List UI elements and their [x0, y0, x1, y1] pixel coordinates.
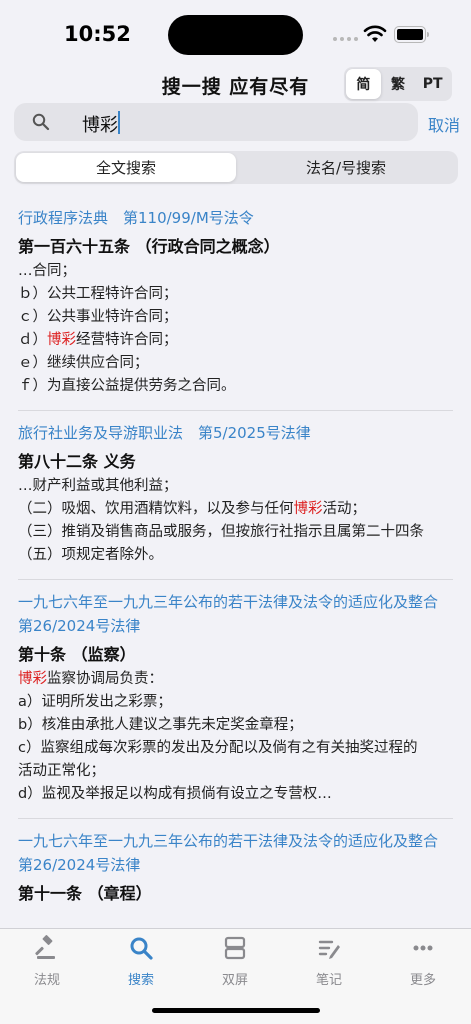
result-law-title[interactable]: 一九七六年至一九九三年公布的若干法律及法令的适应化及整合 第26/2024号法律 — [18, 590, 453, 638]
keyword-highlight: 博彩 — [18, 671, 47, 687]
lang-portuguese-button[interactable]: PT — [415, 69, 450, 99]
snippet-text: （三）推销及销售商品或服务，但按旅行社指示且属第二十四条 — [18, 524, 424, 540]
snippet-text: ｄ） — [18, 332, 47, 348]
tab-split-screen-label: 双屏 — [221, 973, 248, 988]
result-snippet-line: …财产利益或其他利益； — [18, 475, 453, 498]
result-article-heading: 第十条 （监察） — [18, 645, 136, 664]
keyword-highlight: 博彩 — [293, 501, 323, 517]
tab-laws[interactable]: 法规 — [17, 935, 77, 988]
snippet-text: ｅ）继续供应合同； — [18, 355, 149, 371]
snippet-text: ｂ）公共工程特许合同； — [18, 286, 178, 302]
cellular-signal-icon — [333, 37, 358, 41]
search-input[interactable]: 博彩 — [14, 103, 418, 141]
cancel-button[interactable]: 取消 — [428, 112, 460, 136]
gavel-icon — [35, 935, 55, 959]
snippet-text: 活动； — [322, 501, 367, 517]
result-snippet-line: ｆ）为直接公益提供劳务之合同。 — [18, 375, 453, 398]
tab-search-label: 搜索 — [127, 973, 154, 988]
result-snippet-line: a）证明所发出之彩票； — [18, 691, 453, 714]
result-article-heading: 第十一条 （章程） — [18, 884, 152, 903]
snippet-text: （二）吸烟、饮用酒精饮料，以及参与任何 — [18, 501, 294, 517]
language-switcher: 简 繁 PT — [344, 67, 452, 101]
text-cursor — [118, 111, 120, 134]
snippet-text: …财产利益或其他利益； — [18, 478, 178, 494]
result-article-heading: 第八十二条 义务 — [18, 452, 136, 471]
search-query: 博彩 — [82, 115, 118, 136]
search-icon — [130, 937, 153, 960]
result-snippet-line: （二）吸烟、饮用酒精饮料，以及参与任何博彩活动； — [18, 498, 453, 521]
result-snippet-line: 活动正常化； — [18, 760, 453, 783]
battery-icon — [394, 26, 429, 43]
dynamic-island — [168, 15, 303, 55]
tab-notes[interactable]: 笔记 — [299, 935, 359, 988]
tab-split-screen[interactable]: 双屏 — [205, 935, 265, 988]
search-mode-tabs: 全文搜索 法名/号搜索 — [14, 151, 458, 184]
result-snippet-line: （五）项规定者除外。 — [18, 544, 453, 567]
snippet-text: （五）项规定者除外。 — [18, 547, 163, 563]
tab-full-text-search[interactable]: 全文搜索 — [16, 153, 236, 182]
search-icon — [32, 113, 50, 131]
status-time: 10:52 — [64, 22, 131, 46]
snippet-text: c）监察组成每次彩票的发出及分配以及倘有之有关抽奖过程的 — [18, 740, 418, 756]
result-snippet-line: 博彩监察协调局负责： — [18, 668, 453, 691]
snippet-text: d）监视及举报足以构成有损倘有设立之专营权… — [18, 786, 332, 802]
home-indicator[interactable] — [152, 1008, 320, 1013]
tab-more-label: 更多 — [409, 973, 436, 988]
tab-more[interactable]: 更多 — [393, 935, 453, 988]
snippet-text: …合同； — [18, 263, 76, 279]
result-law-title[interactable]: 一九七六年至一九九三年公布的若干法律及法令的适应化及整合 第26/2024号法律 — [18, 829, 453, 877]
wifi-icon — [363, 25, 387, 42]
snippet-text: a）证明所发出之彩票； — [18, 694, 172, 710]
notes-icon — [318, 940, 340, 959]
result-snippet-line: c）监察组成每次彩票的发出及分配以及倘有之有关抽奖过程的 — [18, 737, 453, 760]
more-icon — [413, 945, 433, 951]
snippet-text: ｃ）公共事业特许合同； — [18, 309, 178, 325]
result-law-title[interactable]: 行政程序法典 第110/99/M号法令 — [18, 206, 453, 230]
tab-law-name-search[interactable]: 法名/号搜索 — [236, 153, 456, 182]
snippet-text: 经营特许合同； — [76, 332, 178, 348]
result-snippet-line: ｄ）博彩经营特许合同； — [18, 329, 453, 352]
search-result-item[interactable]: 旅行社业务及导游职业法 第5/2025号法律第八十二条 义务 …财产利益或其他利益… — [18, 410, 453, 579]
status-bar: 10:52 — [0, 0, 471, 70]
result-law-title[interactable]: 旅行社业务及导游职业法 第5/2025号法律 — [18, 421, 453, 445]
search-result-item[interactable]: 行政程序法典 第110/99/M号法令第一百六十五条 （行政合同之概念） …合同；… — [0, 196, 471, 410]
lang-simplified-button[interactable]: 简 — [346, 69, 381, 99]
snippet-text: 活动正常化； — [18, 763, 105, 779]
result-snippet-line: b）核准由承批人建议之事先未定奖金章程； — [18, 714, 453, 737]
snippet-text: b）核准由承批人建议之事先未定奖金章程； — [18, 717, 303, 733]
search-result-item[interactable]: 一九七六年至一九九三年公布的若干法律及法令的适应化及整合 第26/2024号法律… — [18, 579, 453, 818]
snippet-text: ｆ）为直接公益提供劳务之合同。 — [18, 378, 236, 394]
tab-laws-label: 法规 — [33, 973, 60, 988]
search-result-item[interactable]: 一九七六年至一九九三年公布的若干法律及法令的适应化及整合 第26/2024号法律… — [18, 818, 453, 919]
result-article-heading: 第一百六十五条 （行政合同之概念） — [18, 237, 280, 256]
keyword-highlight: 博彩 — [47, 332, 76, 348]
snippet-text: 监察协调局负责： — [47, 671, 163, 687]
result-snippet-line: ｂ）公共工程特许合同； — [18, 283, 453, 306]
result-snippet-line: ｃ）公共事业特许合同； — [18, 306, 453, 329]
tab-search[interactable]: 搜索 — [111, 935, 171, 988]
result-snippet-line: d）监视及举报足以构成有损倘有设立之专营权… — [18, 783, 453, 806]
result-snippet-line: （三）推销及销售商品或服务，但按旅行社指示且属第二十四条 — [18, 521, 453, 544]
result-snippet-line: ｅ）继续供应合同； — [18, 352, 453, 375]
split-screen-icon — [224, 936, 246, 960]
lang-traditional-button[interactable]: 繁 — [381, 69, 416, 99]
result-snippet-line: …合同； — [18, 260, 453, 283]
search-results-list[interactable]: 行政程序法典 第110/99/M号法令第一百六十五条 （行政合同之概念） …合同；… — [0, 196, 471, 928]
tab-notes-label: 笔记 — [315, 973, 342, 988]
